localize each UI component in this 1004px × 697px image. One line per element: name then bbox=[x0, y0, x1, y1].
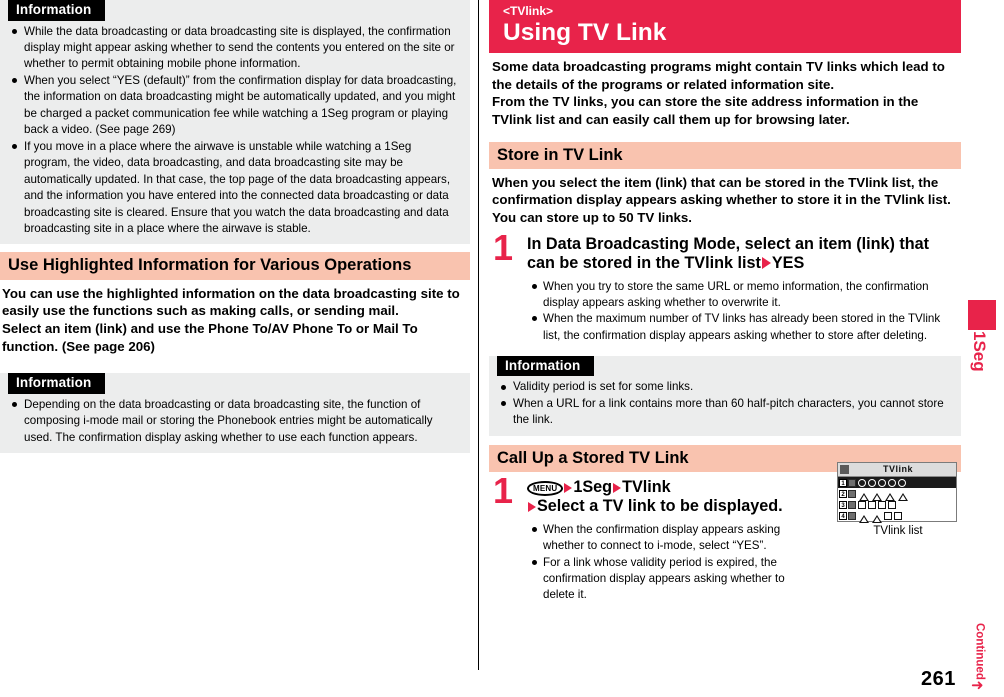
step-notes-list: When you try to store the same URL or me… bbox=[527, 279, 961, 344]
list-item: If you move in a place where the airwave… bbox=[8, 139, 460, 238]
row-index: 1 bbox=[839, 478, 847, 487]
step-1-store: 1 In Data Broadcasting Mode, select an i… bbox=[489, 229, 961, 344]
arrow-right-icon bbox=[761, 256, 771, 269]
list-item: Validity period is set for some links. bbox=[497, 379, 951, 395]
list-item: When the confirmation display appears as… bbox=[531, 522, 819, 554]
figure-caption: TVlink list bbox=[873, 525, 923, 537]
step-title-seg2: TVlink bbox=[622, 477, 671, 496]
phone-screen-title: TVlink bbox=[882, 464, 913, 474]
shape-square bbox=[894, 511, 902, 520]
shape-square bbox=[858, 500, 866, 509]
shape-square bbox=[868, 500, 876, 509]
information-label: Information bbox=[497, 355, 595, 377]
app-icon bbox=[840, 465, 849, 474]
column-divider bbox=[478, 0, 479, 670]
shape-triangle bbox=[898, 487, 908, 501]
list-item: When a URL for a link contains more than… bbox=[497, 396, 951, 429]
shape-circle bbox=[878, 478, 886, 487]
continued-arrow-icon: ➜ bbox=[971, 677, 984, 694]
shape-circle bbox=[858, 478, 866, 487]
link-icon bbox=[848, 478, 856, 487]
shape-square bbox=[884, 511, 892, 520]
step-title-result: YES bbox=[771, 253, 805, 272]
information-box-3: Information Validity period is set for s… bbox=[489, 355, 961, 436]
information-box-2: Information Depending on the data broadc… bbox=[0, 373, 470, 454]
list-item: When the maximum number of TV links has … bbox=[531, 311, 953, 343]
row-index: 3 bbox=[839, 500, 847, 509]
row-index: 4 bbox=[839, 511, 847, 520]
information-bullet-list: Validity period is set for some links. W… bbox=[489, 379, 961, 428]
shape-triangle bbox=[859, 509, 869, 523]
shape-square bbox=[878, 500, 886, 509]
section-header-store-in-tv-link: Store in TV Link bbox=[489, 141, 961, 169]
shape-triangle bbox=[872, 509, 882, 523]
left-lead-paragraph: You can use the highlighted information … bbox=[2, 285, 460, 354]
step-number: 1 bbox=[493, 469, 514, 511]
shape-square bbox=[888, 500, 896, 509]
store-section-lead: When you select the item (link) that can… bbox=[492, 174, 951, 226]
information-label: Information bbox=[8, 373, 106, 394]
page-number: 261 bbox=[921, 668, 956, 690]
step-notes-list: When the confirmation display appears as… bbox=[527, 522, 827, 603]
link-icon bbox=[848, 500, 856, 509]
right-lead-paragraph: Some data broadcasting programs might co… bbox=[492, 58, 945, 127]
list-item: 1 bbox=[838, 477, 956, 488]
shape-circle bbox=[898, 478, 906, 487]
list-item: When you try to store the same URL or me… bbox=[531, 279, 953, 311]
phone-screenshot: TVlink 1 2 3 4 bbox=[837, 462, 957, 523]
arrow-right-icon bbox=[564, 482, 573, 493]
shape-triangle bbox=[859, 487, 869, 501]
list-item: Depending on the data broadcasting or da… bbox=[8, 397, 460, 446]
step-title: In Data Broadcasting Mode, select an ite… bbox=[527, 235, 961, 273]
section-header-highlighted-information: Use Highlighted Information for Various … bbox=[0, 252, 470, 280]
chapter-banner: <TVlink> Using TV Link bbox=[489, 0, 961, 53]
list-item: When you select “YES (default)” from the… bbox=[8, 73, 460, 139]
list-item: 3 bbox=[838, 499, 956, 510]
side-tab-label: 1Seg bbox=[970, 331, 989, 372]
information-label: Information bbox=[8, 0, 106, 21]
shape-triangle bbox=[885, 487, 895, 501]
list-item: 4 bbox=[838, 509, 956, 523]
arrow-right-icon bbox=[528, 502, 536, 512]
list-item: While the data broadcasting or data broa… bbox=[8, 24, 460, 73]
information-box-1: Information While the data broadcasting … bbox=[0, 0, 470, 245]
information-bullet-list: Depending on the data broadcasting or da… bbox=[0, 397, 470, 446]
menu-key-icon: MENU bbox=[527, 480, 564, 496]
shape-circle bbox=[868, 478, 876, 487]
side-tab-color-block bbox=[968, 300, 996, 330]
list-item: 2 bbox=[838, 487, 956, 501]
step-title-text: In Data Broadcasting Mode, select an ite… bbox=[527, 234, 930, 272]
arrow-right-icon bbox=[613, 482, 622, 493]
page-title: Using TV Link bbox=[503, 19, 667, 46]
banner-subtitle: <TVlink> bbox=[503, 4, 554, 18]
shape-triangle bbox=[872, 487, 882, 501]
row-index: 2 bbox=[839, 489, 847, 498]
step-number: 1 bbox=[493, 226, 514, 268]
continued-label: Continued bbox=[973, 623, 986, 680]
shape-circle bbox=[888, 478, 896, 487]
link-icon bbox=[848, 511, 856, 520]
left-column: Information While the data broadcasting … bbox=[0, 0, 470, 454]
link-icon bbox=[848, 489, 856, 498]
tvlink-list-figure: TVlink 1 2 3 4 TVlink list bbox=[837, 462, 959, 537]
step-title-line2-text: Select a TV link to be displayed. bbox=[537, 497, 783, 515]
phone-screen-titlebar: TVlink bbox=[838, 463, 956, 477]
list-item: For a link whose validity period is expi… bbox=[531, 555, 819, 604]
step-title-seg1: 1Seg bbox=[573, 477, 613, 496]
information-bullet-list: While the data broadcasting or data broa… bbox=[0, 24, 470, 238]
side-tab-1seg: 1Seg bbox=[968, 300, 996, 372]
